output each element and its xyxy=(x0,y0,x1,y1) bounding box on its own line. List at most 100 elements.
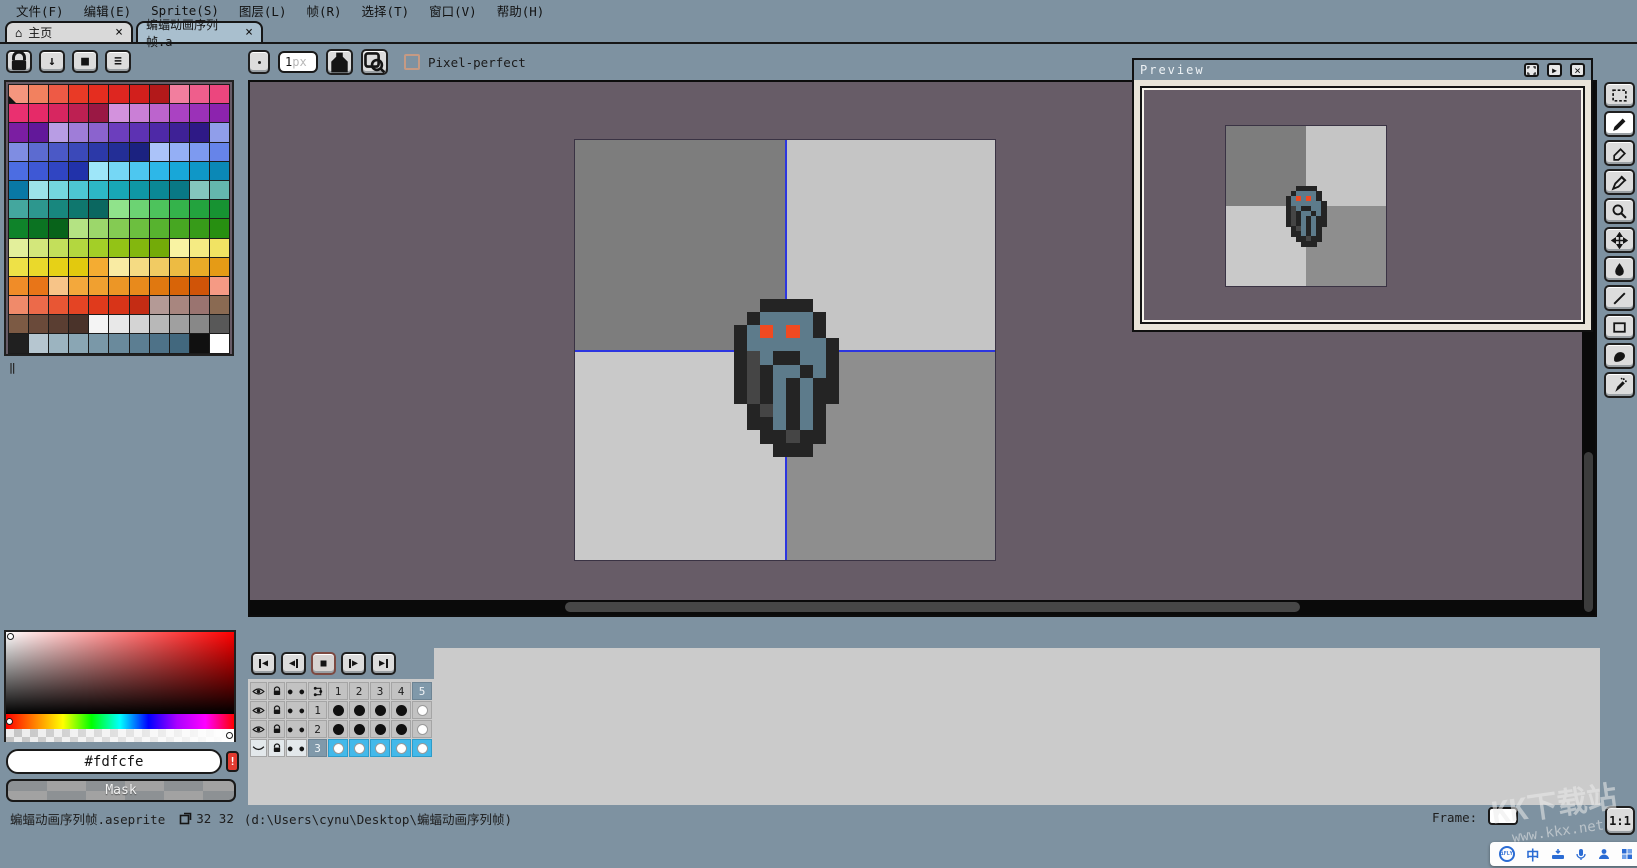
palette-swatch[interactable] xyxy=(170,200,189,218)
palette-swatch[interactable] xyxy=(170,315,189,333)
layer-name[interactable]: 3 xyxy=(308,739,327,757)
palette-swatch[interactable] xyxy=(89,258,108,276)
vertical-scrollbar-thumb[interactable] xyxy=(1584,452,1593,612)
zoom-tool-button[interactable] xyxy=(1604,198,1635,224)
palette-swatch[interactable] xyxy=(150,143,169,161)
palette-swatch[interactable] xyxy=(190,85,209,103)
ime-mic-icon[interactable] xyxy=(1576,848,1586,861)
palette-swatch[interactable] xyxy=(49,123,68,141)
eraser-tool-button[interactable] xyxy=(1604,140,1635,166)
menu-item[interactable]: 选择(T) xyxy=(356,1,424,20)
palette-swatch[interactable] xyxy=(109,219,128,237)
palette-swatch[interactable] xyxy=(49,162,68,180)
palette-swatch[interactable] xyxy=(210,219,229,237)
palette-swatch[interactable] xyxy=(170,123,189,141)
cel[interactable] xyxy=(328,701,348,719)
palette-swatch[interactable] xyxy=(69,162,88,180)
palette-swatch[interactable] xyxy=(150,200,169,218)
palette-swatch[interactable] xyxy=(9,123,28,141)
palette-swatch[interactable] xyxy=(190,181,209,199)
palette-swatch[interactable] xyxy=(69,104,88,122)
palette-swatch[interactable] xyxy=(29,315,48,333)
preview-close-button[interactable]: × xyxy=(1570,63,1585,77)
palette-swatch[interactable] xyxy=(210,104,229,122)
palette-swatch[interactable] xyxy=(49,104,68,122)
palette-swatch[interactable] xyxy=(9,85,28,103)
palette-swatch[interactable] xyxy=(210,85,229,103)
palette-swatch[interactable] xyxy=(69,85,88,103)
palette-swatch[interactable] xyxy=(210,277,229,295)
palette-swatch[interactable] xyxy=(210,239,229,257)
hex-color-input[interactable]: #fdfcfe xyxy=(6,749,222,774)
frame-header-3[interactable]: 3 xyxy=(370,682,390,700)
palette-swatch[interactable] xyxy=(29,162,48,180)
palette-swatch[interactable] xyxy=(130,334,149,352)
palette-swatch[interactable] xyxy=(130,296,149,314)
palette-swatch[interactable] xyxy=(210,334,229,352)
palette-swatch[interactable] xyxy=(69,258,88,276)
palette-swatch[interactable] xyxy=(89,315,108,333)
palette-swatch[interactable] xyxy=(29,200,48,218)
palette-swatch[interactable] xyxy=(109,162,128,180)
tab-home[interactable]: ⌂ 主页 × xyxy=(5,21,133,42)
palette-swatch[interactable] xyxy=(130,143,149,161)
last-frame-button[interactable]: ▶ xyxy=(371,652,396,675)
palette-swatch[interactable] xyxy=(130,85,149,103)
palette-swatch[interactable] xyxy=(170,219,189,237)
palette-swatch[interactable] xyxy=(69,277,88,295)
move-tool-button[interactable] xyxy=(1604,227,1635,253)
dynamics-button[interactable] xyxy=(361,49,388,75)
horizontal-scrollbar-thumb[interactable] xyxy=(565,602,1300,612)
cel[interactable] xyxy=(370,739,390,757)
close-icon[interactable]: × xyxy=(115,28,123,38)
palette-swatch[interactable] xyxy=(49,315,68,333)
palette-swatch[interactable] xyxy=(190,239,209,257)
palette-swatch[interactable] xyxy=(109,258,128,276)
palette-swatch[interactable] xyxy=(190,123,209,141)
contour-tool-button[interactable] xyxy=(1604,343,1635,369)
cel[interactable] xyxy=(349,701,369,719)
palette-swatch[interactable] xyxy=(130,315,149,333)
palette-swatch[interactable] xyxy=(89,143,108,161)
palette-swatch[interactable] xyxy=(9,296,28,314)
palette-swatch[interactable] xyxy=(9,315,28,333)
palette-swatch[interactable] xyxy=(89,277,108,295)
cel[interactable] xyxy=(349,720,369,738)
palette-swatch[interactable] xyxy=(170,296,189,314)
palette-swatch[interactable] xyxy=(29,239,48,257)
palette-presets-button[interactable]: ■ xyxy=(72,50,98,73)
hue-handle[interactable] xyxy=(6,718,13,725)
menu-item[interactable]: 文件(F) xyxy=(10,1,78,20)
palette-swatch[interactable] xyxy=(49,239,68,257)
frame-header-2[interactable]: 2 xyxy=(349,682,369,700)
rectangle-tool-button[interactable] xyxy=(1604,314,1635,340)
palette-swatch[interactable] xyxy=(89,200,108,218)
ime-logo-icon[interactable]: iFLY xyxy=(1499,846,1515,862)
palette-swatch[interactable] xyxy=(190,104,209,122)
palette-swatch[interactable] xyxy=(130,277,149,295)
palette-swatch[interactable] xyxy=(69,315,88,333)
palette-swatch[interactable] xyxy=(109,123,128,141)
marquee-tool-button[interactable] xyxy=(1604,82,1635,108)
palette-swatch[interactable] xyxy=(109,104,128,122)
palette-swatch[interactable] xyxy=(89,85,108,103)
palette-swatch[interactable] xyxy=(190,258,209,276)
palette-swatch[interactable] xyxy=(109,200,128,218)
layer-name[interactable]: 1 xyxy=(308,701,327,719)
menu-item[interactable]: 帮助(H) xyxy=(491,1,559,20)
layer-name[interactable]: 2 xyxy=(308,720,327,738)
palette-swatch[interactable] xyxy=(9,200,28,218)
palette-swatch[interactable] xyxy=(190,296,209,314)
palette-swatch[interactable] xyxy=(29,219,48,237)
palette-swatch[interactable] xyxy=(210,162,229,180)
ime-user-icon[interactable] xyxy=(1598,848,1610,860)
palette-swatch[interactable] xyxy=(109,277,128,295)
palette-swatch[interactable] xyxy=(9,277,28,295)
layer-lock-toggle[interactable] xyxy=(268,720,285,738)
palette-swatch[interactable] xyxy=(170,277,189,295)
palette-swatch[interactable] xyxy=(150,296,169,314)
cel[interactable] xyxy=(412,701,432,719)
palette-swatch[interactable] xyxy=(29,334,48,352)
palette-swatch[interactable] xyxy=(170,162,189,180)
cel[interactable] xyxy=(370,720,390,738)
